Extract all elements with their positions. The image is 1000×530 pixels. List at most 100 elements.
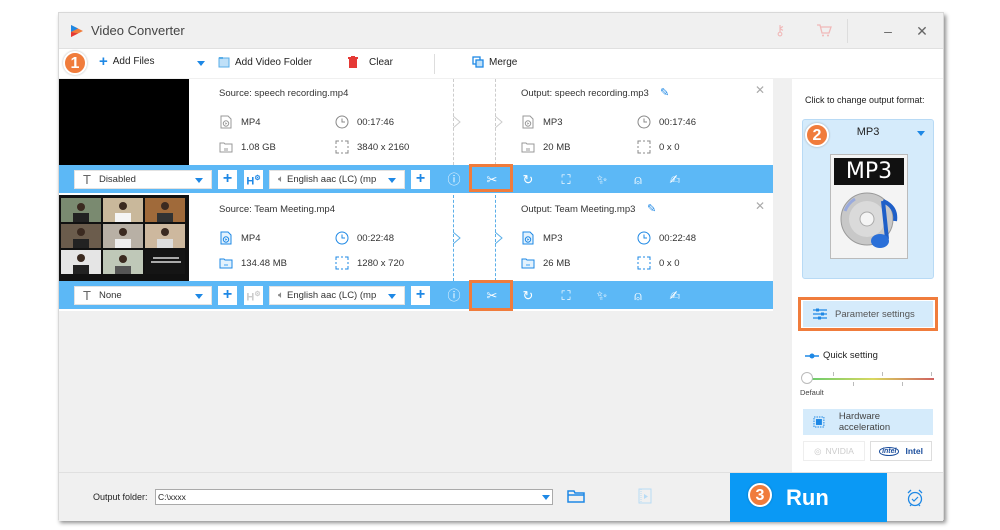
nvidia-logo-icon: ◎ [814, 445, 822, 456]
audio-file-icon [522, 231, 534, 245]
plus-icon: + [99, 52, 108, 70]
close-button[interactable]: ✕ [912, 21, 932, 41]
video-thumbnail[interactable] [59, 195, 189, 281]
cd-music-note-icon [840, 192, 898, 248]
source-format: MP4 [219, 115, 261, 129]
output-resolution-value: 0 x 0 [659, 141, 680, 153]
intel-button[interactable]: intel Intel [870, 441, 932, 461]
hevc-settings-button[interactable]: H⚙ [244, 170, 263, 189]
audio-file-icon [522, 115, 534, 129]
intel-label: Intel [905, 446, 923, 456]
audio-track-select[interactable]: 🔈︎ English aac (LC) (mp [269, 170, 405, 189]
step-badge-3: 3 [748, 483, 772, 507]
audio-track-select[interactable]: 🔈︎ English aac (LC) (mp [269, 286, 405, 305]
item-toolbar: T None + H⚙ 🔈︎ English aac (LC) (mp + ⓘ … [59, 280, 773, 311]
key-icon[interactable]: ⚷ [771, 22, 789, 40]
clock-icon [637, 115, 651, 129]
output-duration: 00:17:46 [637, 115, 696, 129]
quality-slider-knob[interactable] [801, 372, 813, 384]
hardware-acceleration-label: Hardware acceleration [838, 411, 891, 433]
merge-icon [472, 56, 484, 68]
source-resolution: 1280 x 720 [335, 256, 404, 270]
remove-item-close-icon[interactable]: ✕ [755, 199, 765, 213]
output-format-panel: Click to change output format: MP3 MP3 2 [792, 79, 943, 472]
hevc-settings-button[interactable]: H⚙ [244, 286, 263, 305]
chip-icon [813, 416, 825, 428]
source-duration: 00:17:46 [335, 115, 394, 129]
info-icon[interactable]: ⓘ [445, 287, 463, 305]
slider-tick [882, 372, 883, 376]
output-format: MP3 [521, 231, 563, 245]
edit-metadata-icon[interactable]: ✍︎ [666, 171, 684, 189]
file-item[interactable]: Source: Team Meeting.mp4 MP4 00:22:48 13… [59, 195, 773, 311]
output-folder-input[interactable]: C:\xxxx [155, 489, 553, 505]
toolbar: 1 + Add Files Add Video Folder Clear Mer… [59, 49, 943, 78]
watermark-stamp-icon[interactable]: ⍝ [629, 171, 647, 189]
folder-size-icon [219, 258, 233, 269]
merge-label: Merge [489, 56, 518, 68]
alarm-clock-icon[interactable] [905, 488, 925, 508]
remove-item-close-icon[interactable]: ✕ [755, 83, 765, 97]
file-list: Source: speech recording.mp4 MP4 00:17:4… [59, 79, 787, 472]
clock-icon [335, 115, 349, 129]
arrow-right-icon [495, 232, 503, 244]
output-duration-value: 00:17:46 [659, 116, 696, 128]
trim-highlight [469, 280, 513, 311]
add-files-dropdown-icon[interactable] [197, 61, 205, 66]
source-duration-value: 00:17:46 [357, 116, 394, 128]
chevron-down-icon [195, 178, 203, 183]
add-subtitle-button[interactable]: + [218, 286, 237, 305]
edit-metadata-icon[interactable]: ✍︎ [666, 287, 684, 305]
text-icon: T [83, 288, 91, 303]
open-folder-icon[interactable] [567, 489, 585, 503]
arrow-right-icon [453, 116, 461, 128]
file-item[interactable]: Source: speech recording.mp4 MP4 00:17:4… [59, 79, 773, 195]
slider-default-label: Default [800, 388, 824, 397]
rotate-icon[interactable]: ↻ [519, 171, 537, 189]
effects-wand-icon[interactable]: ✨︎ [593, 287, 611, 305]
parameter-settings-highlight [798, 297, 938, 331]
merge-button[interactable]: Merge [472, 56, 517, 68]
info-icon[interactable]: ⓘ [445, 171, 463, 189]
effects-wand-icon[interactable]: ✨︎ [593, 171, 611, 189]
add-audio-button[interactable]: + [411, 170, 430, 189]
watermark-stamp-icon[interactable]: ⍝ [629, 287, 647, 305]
chevron-down-icon [917, 131, 925, 136]
slider-tick [853, 382, 854, 386]
clear-button[interactable]: Clear [348, 56, 393, 68]
output-folder-dropdown-icon[interactable] [542, 495, 550, 500]
source-size-value: 134.48 MB [241, 257, 287, 269]
chevron-down-icon [388, 294, 396, 299]
hardware-acceleration-button[interactable]: Hardware acceleration [803, 409, 933, 435]
nvidia-button[interactable]: ◎ NVIDIA [803, 441, 865, 461]
chevron-down-icon [388, 178, 396, 183]
edit-pencil-icon[interactable]: ✎ [647, 202, 656, 215]
add-files-label: Add Files [112, 56, 155, 67]
quality-slider-track[interactable] [812, 378, 934, 380]
minimize-button[interactable]: – [878, 21, 898, 41]
edit-pencil-icon[interactable]: ✎ [660, 86, 669, 99]
audio-track-value: English aac (LC) (mp [287, 174, 377, 185]
output-preview-icon[interactable] [637, 488, 653, 504]
cart-icon[interactable] [815, 22, 833, 40]
item-toolbar: T Disabled + H⚙ 🔈︎ English aac (LC) (mp … [59, 164, 773, 193]
add-subtitle-button[interactable]: + [218, 170, 237, 189]
output-label: Output: Team Meeting.mp3 [521, 204, 636, 215]
quick-setting-label: Quick setting [823, 350, 878, 361]
add-files-button[interactable]: + Add Files [99, 52, 155, 70]
add-video-folder-button[interactable]: Add Video Folder [218, 56, 312, 68]
text-icon: T [83, 172, 91, 187]
crop-icon[interactable]: ⛶ [557, 287, 575, 305]
resolution-icon [637, 140, 651, 154]
video-thumbnail[interactable] [59, 79, 189, 165]
crop-icon[interactable]: ⛶ [557, 171, 575, 189]
add-audio-button[interactable]: + [411, 286, 430, 305]
arrow-right-icon [495, 116, 503, 128]
resolution-icon [335, 140, 349, 154]
intel-logo-icon: intel [879, 446, 900, 456]
output-duration-value: 00:22:48 [659, 232, 696, 244]
rotate-icon[interactable]: ↻ [519, 287, 537, 305]
subtitle-select[interactable]: T None [74, 286, 212, 305]
source-format-value: MP4 [241, 116, 261, 128]
subtitle-select[interactable]: T Disabled [74, 170, 212, 189]
